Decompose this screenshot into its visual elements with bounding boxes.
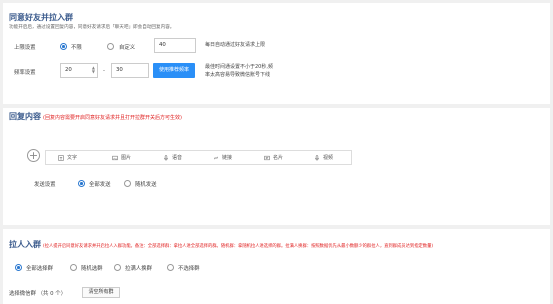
group-option-fill-label: 拉满人换群 xyxy=(125,266,152,272)
video-icon xyxy=(315,154,319,161)
group-option-random-radio[interactable] xyxy=(70,264,77,271)
limit-custom-radio[interactable] xyxy=(107,43,114,50)
content-toolbar: 文字 图片 语音 链接 名片 视频 xyxy=(45,150,352,165)
section-title: 回复内容 xyxy=(9,112,41,121)
delay-from-text: 20 xyxy=(65,67,72,73)
section-subtitle: 功能开启后，通过设置回复内容，同意好友请求后「聊天吧」即会自动回复内容。 xyxy=(9,25,175,30)
tool-voice-label: 语音 xyxy=(172,155,183,161)
reply-note: (回复内容需要开启同意好友请求并且打开拉群开关后方可生效) xyxy=(43,115,182,121)
send-random-radio[interactable] xyxy=(124,180,131,187)
tool-card-label: 名片 xyxy=(273,155,284,161)
tool-image-label: 图片 xyxy=(121,155,132,161)
image-icon xyxy=(112,155,118,160)
limit-hint: 每日自动通过好友请求上限 xyxy=(205,42,266,48)
card-icon xyxy=(264,155,270,160)
recommended-rate-button[interactable]: 使用推荐频率 xyxy=(153,63,195,78)
tool-video[interactable]: 视频 xyxy=(314,154,333,161)
tool-video-label: 视频 xyxy=(323,155,334,161)
group-option-none-label: 不选择群 xyxy=(178,266,200,272)
send-setting-label: 发送设置 xyxy=(34,182,56,188)
section-title: 同意好友并拉入群 xyxy=(9,13,73,22)
group-option-all-radio[interactable] xyxy=(15,264,22,271)
tool-link[interactable]: 链接 xyxy=(213,154,232,161)
limit-value-input[interactable]: 40 xyxy=(154,38,196,53)
selected-groups-label: 选择微信群 （共 0 个） xyxy=(9,291,67,297)
group-header: 拉人入群 (拉人提开启同意好友请求并开启拉人入群功能。备注：全部选择群：拿拉人进… xyxy=(9,239,433,250)
microphone-icon xyxy=(164,154,168,161)
reply-header: 回复内容 (回复内容需要开启同意好友请求并且打开拉群开关后方可生效) xyxy=(9,111,182,122)
send-all-radio[interactable] xyxy=(78,180,85,187)
delay-hint-line1: 最佳时间通设置不小于20秒,频 xyxy=(205,64,273,70)
limit-value-text: 40 xyxy=(159,42,166,48)
delay-separator: - xyxy=(103,68,105,74)
group-option-all-label: 全部选择群 xyxy=(26,266,53,272)
limit-unlimited-label: 不限 xyxy=(71,45,82,51)
tool-image[interactable]: 图片 xyxy=(112,154,131,161)
group-option-fill-radio[interactable] xyxy=(114,264,121,271)
reply-content-panel: 回复内容 (回复内容需要开启同意好友请求并且打开拉群开关后方可生效) + 文字 … xyxy=(3,108,550,225)
limit-custom-label: 自定义 xyxy=(119,45,136,51)
add-content-button[interactable]: + xyxy=(27,149,40,162)
group-option-random-label: 随机选群 xyxy=(81,266,103,272)
tool-card[interactable]: 名片 xyxy=(264,154,283,161)
section-title: 拉人入群 xyxy=(9,240,41,249)
group-note: (拉人提开启同意好友请求并开启拉人入群功能。备注：全部选择群：拿拉人进全部选择的… xyxy=(43,244,434,249)
link-icon xyxy=(214,156,218,159)
pull-into-group-panel: 拉人入群 (拉人提开启同意好友请求并开启拉人入群功能。备注：全部选择群：拿拉人进… xyxy=(3,229,550,304)
friend-accept-panel: 同意好友并拉入群 功能开启后，通过设置回复内容，同意好友请求后「聊天吧」即会自动… xyxy=(3,3,550,104)
tool-link-label: 链接 xyxy=(222,155,233,161)
delay-from-input[interactable]: 20 ▲ ▼ xyxy=(60,63,98,78)
delay-to-input[interactable]: 30 xyxy=(111,63,149,78)
tool-text[interactable]: 文字 xyxy=(58,154,77,161)
delay-label: 频率设置 xyxy=(14,70,36,76)
send-random-label: 随机发送 xyxy=(135,182,157,188)
text-icon xyxy=(58,154,64,161)
delay-to-text: 30 xyxy=(116,67,123,73)
group-option-none-radio[interactable] xyxy=(167,264,174,271)
tool-voice[interactable]: 语音 xyxy=(163,154,182,161)
clear-groups-button[interactable]: 清空所有群 xyxy=(82,287,120,298)
spinner-icon[interactable]: ▲ ▼ xyxy=(92,66,95,74)
limit-label: 上限设置 xyxy=(14,45,36,51)
limit-unlimited-radio[interactable] xyxy=(60,43,67,50)
send-all-label: 全部发送 xyxy=(89,182,111,188)
tool-text-label: 文字 xyxy=(67,155,78,161)
delay-hint-line2: 率太高容易导致微信账号下线 xyxy=(205,72,271,78)
